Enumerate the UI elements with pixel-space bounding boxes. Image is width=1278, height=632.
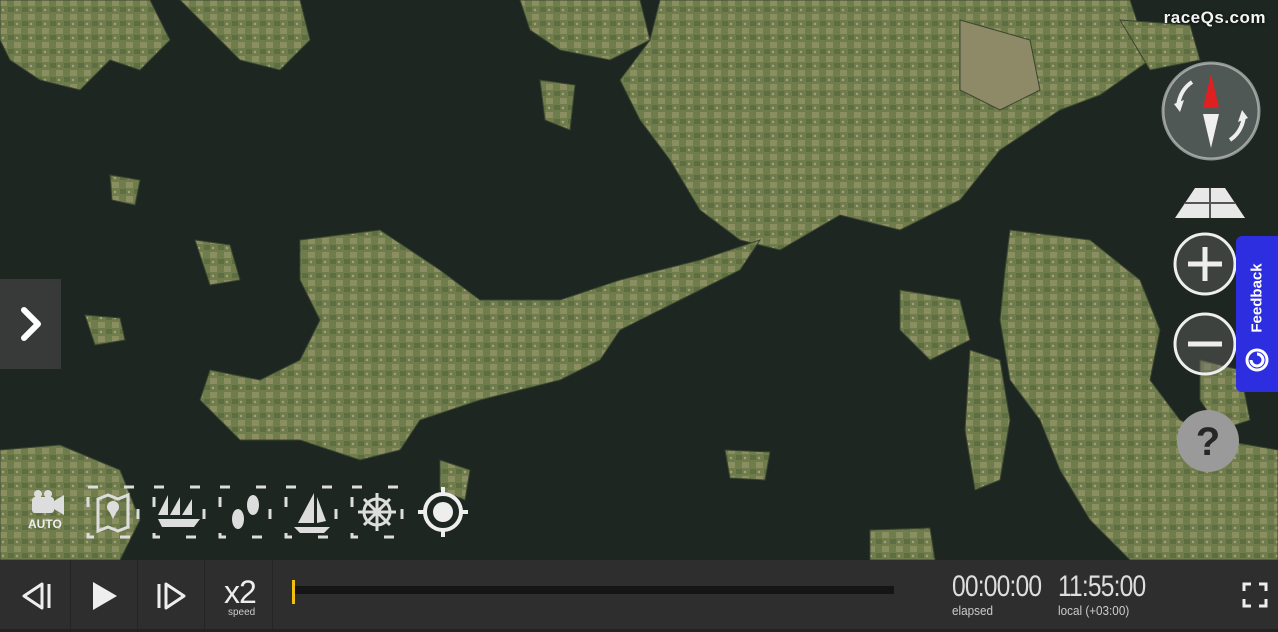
- map-pin-button[interactable]: [86, 485, 140, 539]
- play-icon: [93, 582, 117, 610]
- elapsed-label: elapsed: [952, 603, 993, 618]
- perspective-view-icon: [1175, 188, 1245, 218]
- fleet-icon: [152, 485, 206, 539]
- step-forward-icon: [157, 582, 186, 610]
- camera-auto-button[interactable]: AUTO: [20, 485, 74, 539]
- timeline-playhead[interactable]: [292, 580, 295, 604]
- compass-control[interactable]: [1160, 60, 1262, 162]
- local-time-label: local (+03:00): [1058, 603, 1130, 618]
- sail-button[interactable]: [284, 485, 338, 539]
- map-view[interactable]: [0, 0, 1278, 560]
- help-button[interactable]: ?: [1176, 409, 1240, 473]
- step-back-icon: [22, 582, 51, 610]
- minus-icon: [1173, 312, 1237, 376]
- feedback-tab[interactable]: Feedback: [1236, 236, 1278, 392]
- feedback-label: Feedback: [1248, 263, 1266, 333]
- fleet-button[interactable]: [152, 485, 206, 539]
- step-back-button[interactable]: [4, 560, 71, 632]
- feedback-icon: [1245, 348, 1269, 372]
- helm-button[interactable]: [350, 485, 404, 539]
- zoom-in-button[interactable]: [1172, 231, 1238, 297]
- plus-icon: [1173, 232, 1237, 296]
- local-time: 11:55:00: [1058, 570, 1146, 603]
- perspective-view-button[interactable]: [1175, 186, 1245, 220]
- fullscreen-button[interactable]: [1242, 582, 1268, 608]
- camera-auto-label: AUTO: [28, 517, 62, 531]
- speed-value: x2: [224, 574, 257, 610]
- crosshair-icon: [418, 487, 468, 537]
- play-button[interactable]: [71, 560, 138, 632]
- fullscreen-icon: [1242, 582, 1268, 608]
- brand-logo: raceQs.com: [1163, 8, 1266, 27]
- help-label: ?: [1196, 420, 1220, 464]
- step-forward-button[interactable]: [138, 560, 205, 632]
- footprints-icon: [218, 485, 272, 539]
- map-tools: AUTO: [20, 484, 482, 540]
- zoom-out-button[interactable]: [1172, 311, 1238, 377]
- chevron-right-icon: [20, 307, 41, 341]
- compass-icon: [1161, 61, 1261, 161]
- speed-button[interactable]: x2 speed: [206, 560, 273, 632]
- timeline-slider[interactable]: [292, 580, 894, 604]
- footprints-button[interactable]: [218, 485, 272, 539]
- help-icon: ?: [1177, 410, 1239, 472]
- sailboat-icon: [284, 485, 338, 539]
- map-pin-icon: [86, 485, 140, 539]
- side-panel-toggle[interactable]: [0, 279, 61, 369]
- satellite-map[interactable]: [0, 0, 1278, 560]
- target-button[interactable]: [416, 485, 470, 539]
- speed-label: speed: [228, 607, 256, 618]
- elapsed-time: 00:00:00: [952, 570, 1042, 603]
- helm-icon: [350, 485, 404, 539]
- playback-bar: x2 speed 00:00:00 elapsed 11:55:00 local…: [0, 560, 1278, 632]
